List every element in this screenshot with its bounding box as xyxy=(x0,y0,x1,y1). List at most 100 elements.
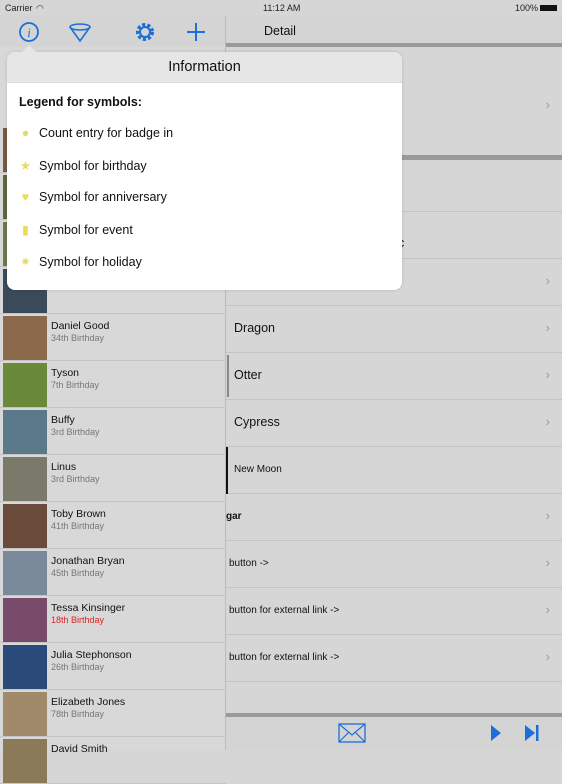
carrier: Carrier xyxy=(5,3,33,13)
avatar xyxy=(3,739,47,783)
person-name: David Smith xyxy=(51,743,108,755)
play-icon[interactable] xyxy=(490,724,502,742)
avatar xyxy=(3,363,47,407)
detail-row[interactable]: gar › xyxy=(226,494,562,541)
person-name: Julia Stephonson xyxy=(51,649,132,661)
popover-title: Information xyxy=(7,52,402,83)
legend-label: Symbol for anniversary xyxy=(39,190,167,204)
clock: 11:12 AM xyxy=(263,3,301,13)
event-subtitle: 3rd Birthday xyxy=(51,474,100,484)
detail-row-label: Dragon xyxy=(234,321,275,335)
battery-percent: 100% xyxy=(515,3,539,13)
wifi-icon: ◠ xyxy=(36,3,44,13)
detail-row[interactable]: New Moon xyxy=(226,447,562,494)
event-subtitle: 3rd Birthday xyxy=(51,427,100,437)
chevron-right-icon: › xyxy=(545,414,550,429)
chevron-right-icon: › xyxy=(545,649,550,664)
legend-label: Symbol for event xyxy=(39,223,133,237)
legend-item: ♥ Symbol for anniversary xyxy=(19,190,167,204)
badge-count-icon: ● xyxy=(21,126,30,140)
avatar xyxy=(3,457,47,501)
detail-nav-bar: Detail xyxy=(226,16,562,47)
legend-label: Symbol for holiday xyxy=(39,255,142,269)
legend-item: ★ Symbol for birthday xyxy=(19,158,147,173)
detail-row[interactable]: button -> › xyxy=(226,541,562,588)
person-name: Jonathan Bryan xyxy=(51,555,125,567)
detail-row-label: button -> xyxy=(229,558,269,569)
list-item[interactable]: Toby Brown 41th Birthday xyxy=(0,502,226,549)
legend-item: ✷ Symbol for holiday xyxy=(19,254,142,269)
list-item[interactable]: Tessa Kinsinger 18th Birthday xyxy=(0,596,226,643)
legend-title: Legend for symbols: xyxy=(19,95,142,109)
detail-row-label: button for external link -> xyxy=(229,652,340,663)
detail-toolbar xyxy=(226,713,562,750)
avatar xyxy=(3,692,47,736)
person-name: Elizabeth Jones xyxy=(51,696,126,708)
avatar xyxy=(3,551,47,595)
avatar xyxy=(3,598,47,642)
battery-icon xyxy=(540,5,557,11)
heart-icon: ♥ xyxy=(21,190,30,204)
list-item[interactable]: Tyson 7th Birthday xyxy=(0,361,226,408)
list-item[interactable]: Elizabeth Jones 78th Birthday xyxy=(0,690,226,737)
person-name: Tyson xyxy=(51,367,80,379)
gear-icon[interactable] xyxy=(133,20,157,44)
list-item[interactable]: David Smith xyxy=(0,737,226,784)
event-icon: ▮ xyxy=(22,223,29,237)
master-nav-bar: i xyxy=(0,16,226,47)
list-item[interactable]: Linus 3rd Birthday xyxy=(0,455,226,502)
list-item[interactable]: Buffy 3rd Birthday xyxy=(0,408,226,455)
chevron-right-icon: › xyxy=(545,602,550,617)
legend-label: Symbol for birthday xyxy=(39,159,147,173)
chevron-right-icon: › xyxy=(545,555,550,570)
status-bar: Carrier ◠ 11:12 AM 100% xyxy=(0,0,562,16)
chevron-right-icon: › xyxy=(545,273,550,288)
legend-label: Count entry for badge in xyxy=(39,126,174,140)
avatar xyxy=(3,645,47,689)
person-name: Tessa Kinsinger xyxy=(51,602,126,614)
person-name: Toby Brown xyxy=(51,508,106,520)
detail-row[interactable]: Otter › xyxy=(226,353,562,400)
popover-arrow xyxy=(21,45,37,53)
event-subtitle: 41th Birthday xyxy=(51,521,105,531)
detail-row-label: Cypress xyxy=(234,415,280,429)
detail-row-label: Otter xyxy=(234,368,262,382)
event-subtitle: 7th Birthday xyxy=(51,380,100,390)
event-subtitle: 78th Birthday xyxy=(51,709,105,719)
person-name: Linus xyxy=(51,461,77,473)
event-subtitle: 26th Birthday xyxy=(51,662,105,672)
event-subtitle: 34th Birthday xyxy=(51,333,105,343)
sun-icon: ✷ xyxy=(20,255,31,269)
chevron-right-icon: › xyxy=(545,97,550,112)
list-item[interactable]: Julia Stephonson 26th Birthday xyxy=(0,643,226,690)
detail-row-label: button for external link -> xyxy=(229,605,340,616)
filter-icon[interactable] xyxy=(68,20,92,44)
mail-icon[interactable] xyxy=(338,723,366,743)
detail-row[interactable]: Cypress › xyxy=(226,400,562,447)
detail-row-label: gar xyxy=(226,511,242,522)
detail-title: Detail xyxy=(264,24,296,38)
avatar xyxy=(3,504,47,548)
chevron-right-icon: › xyxy=(545,320,550,335)
person-name: Daniel Good xyxy=(51,320,110,332)
chevron-right-icon: › xyxy=(545,367,550,382)
avatar xyxy=(3,316,47,360)
event-subtitle: 45th Birthday xyxy=(51,568,105,578)
person-name: Buffy xyxy=(51,414,75,426)
list-item[interactable]: Jonathan Bryan 45th Birthday xyxy=(0,549,226,596)
legend-item: ▮ Symbol for event xyxy=(19,222,133,237)
detail-row-label: New Moon xyxy=(234,464,282,475)
event-subtitle: 18th Birthday xyxy=(51,615,105,625)
detail-row[interactable]: button for external link -> › xyxy=(226,588,562,635)
information-popover: Information Legend for symbols: ● Count e… xyxy=(7,45,402,290)
chevron-right-icon: › xyxy=(545,508,550,523)
detail-row[interactable]: button for external link -> › xyxy=(226,635,562,682)
skip-to-end-icon[interactable] xyxy=(524,724,540,742)
plus-icon[interactable] xyxy=(184,20,208,44)
star-icon: ★ xyxy=(19,159,32,173)
list-item[interactable]: Daniel Good 34th Birthday xyxy=(0,314,226,361)
detail-row[interactable]: Dragon › xyxy=(226,306,562,353)
info-icon[interactable]: i xyxy=(17,20,41,44)
avatar xyxy=(3,410,47,454)
svg-text:i: i xyxy=(27,25,31,40)
